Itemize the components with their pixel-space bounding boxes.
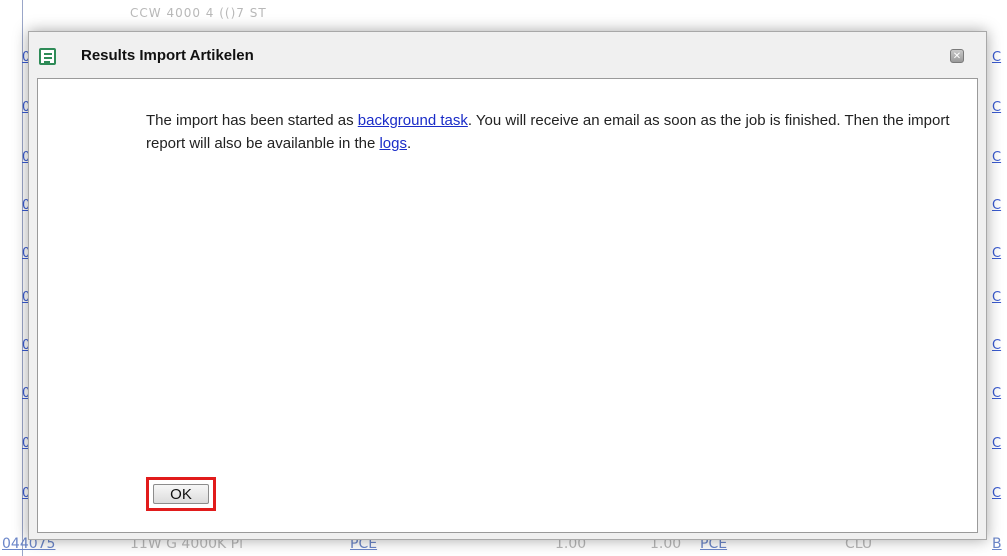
import-results-dialog: Results Import Artikelen ✕ The import ha… <box>28 31 987 540</box>
table-row-link[interactable]: C <box>992 436 1001 451</box>
close-icon[interactable]: ✕ <box>950 49 964 63</box>
background-top-row: CCW 4000 4 (()7 ST <box>130 6 267 20</box>
table-row-link[interactable]: C <box>992 50 1001 65</box>
table-row-link[interactable]: C <box>992 100 1001 115</box>
table-row-link[interactable]: C <box>992 338 1001 353</box>
message-text: The import has been started as <box>146 112 358 129</box>
background-task-link[interactable]: background task <box>358 112 468 129</box>
table-row-link[interactable]: C <box>992 386 1001 401</box>
table-row-link[interactable]: C <box>992 486 1001 501</box>
table-row-link[interactable]: C <box>992 150 1001 165</box>
row-link[interactable]: B <box>992 536 1002 552</box>
table-left-border <box>22 0 23 556</box>
table-row-link[interactable]: C <box>992 246 1001 261</box>
import-message: The import has been started as backgroun… <box>146 109 966 155</box>
document-list-icon <box>39 48 56 65</box>
dialog-titlebar[interactable]: Results Import Artikelen ✕ <box>29 32 986 78</box>
message-text: . <box>407 135 412 152</box>
ok-button[interactable]: OK <box>153 484 209 504</box>
dialog-title: Results Import Artikelen <box>81 47 254 64</box>
table-row-link[interactable]: C <box>992 290 1001 305</box>
dialog-content: The import has been started as backgroun… <box>37 78 978 533</box>
ok-button-highlight: OK <box>146 477 216 511</box>
table-row-link[interactable]: C <box>992 198 1001 213</box>
logs-link[interactable]: logs <box>379 135 407 152</box>
